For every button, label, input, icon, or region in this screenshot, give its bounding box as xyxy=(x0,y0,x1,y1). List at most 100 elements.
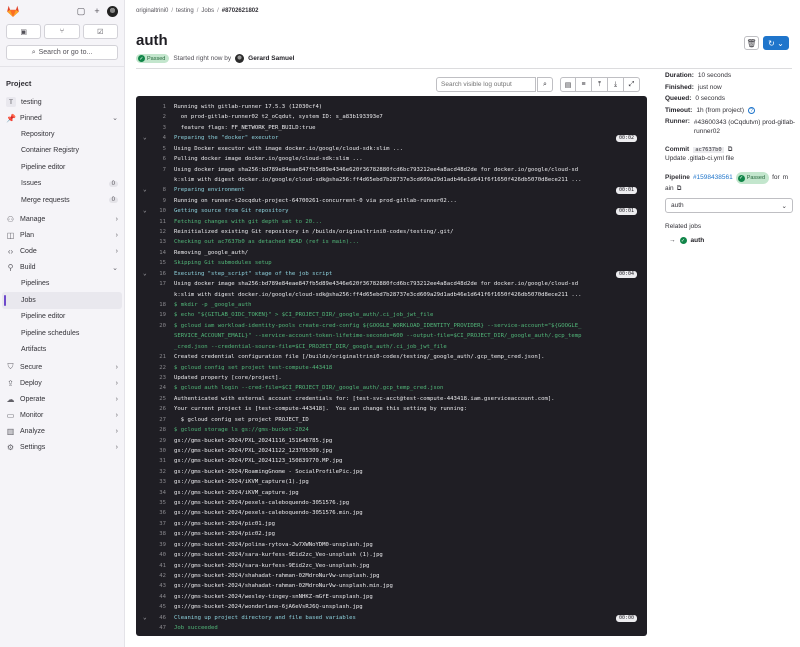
sidebar-item-repository[interactable]: Repository xyxy=(0,126,124,143)
log-line-number[interactable]: 37 xyxy=(136,519,166,529)
line-wrap-button[interactable]: ≡ xyxy=(576,77,592,92)
sidebar-item-pipeline-schedules[interactable]: Pipeline schedules xyxy=(0,325,124,342)
info-icon[interactable]: ? xyxy=(748,106,756,114)
sidebar-project-link[interactable]: T testing xyxy=(0,94,124,110)
user-avatar[interactable] xyxy=(107,5,118,17)
log-search-button[interactable]: ⌕ xyxy=(537,77,553,92)
log-line-number[interactable]: 27 xyxy=(136,415,166,425)
log-line-number[interactable]: 13 xyxy=(136,237,166,247)
sidebar-item-jobs[interactable]: Jobs xyxy=(2,292,122,309)
log-line-number[interactable]: 44 xyxy=(136,592,166,602)
log-line-number[interactable]: 22 xyxy=(136,363,166,373)
log-line-number[interactable]: 25 xyxy=(136,394,166,404)
log-line-number[interactable]: 30 xyxy=(136,446,166,456)
log-section-header[interactable]: ⌄ 16 Executing "step_script" stage of the … xyxy=(136,269,647,279)
job-user-link[interactable]: Gerard Samuel xyxy=(248,55,294,62)
log-line-number[interactable]: 33 xyxy=(136,477,166,487)
erase-job-button[interactable]: 🗑 xyxy=(744,36,759,50)
pipeline-link[interactable]: #1598438561 xyxy=(693,173,733,183)
log-line-number[interactable]: 39 xyxy=(136,540,166,550)
sidebar-item-pipeline-editor[interactable]: Pipeline editor xyxy=(0,159,124,176)
log-line-number[interactable]: 7 xyxy=(136,165,166,175)
pipeline-ref-link[interactable]: m xyxy=(783,173,788,183)
log-line-number[interactable]: 29 xyxy=(136,436,166,446)
sidebar-item-issues[interactable]: Issues 0 xyxy=(0,176,124,193)
user-avatar[interactable] xyxy=(235,54,245,63)
breadcrumb-item[interactable]: Jobs xyxy=(201,8,214,14)
sidebar-item-container-registry[interactable]: Container Registry xyxy=(0,143,124,160)
sidebar-item-merge-requests[interactable]: Merge requests 0 xyxy=(0,192,124,209)
log-line-number[interactable]: 16 xyxy=(136,269,166,279)
plus-icon[interactable]: + xyxy=(91,5,103,17)
log-line-number[interactable]: 15 xyxy=(136,258,166,268)
log-line-number[interactable]: 47 xyxy=(136,623,166,633)
log-section-header[interactable]: ⌄ 10 Getting source from Git repository 00:… xyxy=(136,206,647,216)
log-line-number[interactable]: 12 xyxy=(136,227,166,237)
breadcrumb-item-current[interactable]: #8702621802 xyxy=(222,8,259,14)
sidebar-search-button[interactable]: ⌕ Search or go to... xyxy=(6,45,118,60)
scroll-top-button[interactable]: ⤒ xyxy=(592,77,608,92)
log-line-number[interactable]: 34 xyxy=(136,488,166,498)
todos-button[interactable]: ☑ xyxy=(82,24,118,39)
log-line-number[interactable]: 43 xyxy=(136,581,166,591)
copy-icon[interactable]: ⧉ xyxy=(728,146,733,154)
log-line-number[interactable]: 23 xyxy=(136,373,166,383)
sidebar-item-analyze[interactable]: ▥ Analyze › xyxy=(0,423,124,439)
fullscreen-button[interactable]: ⤢ xyxy=(624,77,640,92)
log-line-number[interactable]: 40 xyxy=(136,550,166,560)
sidebar-item-manage[interactable]: ⚇ Manage › xyxy=(0,212,124,228)
sidebar-item-plan[interactable]: ◫ Plan › xyxy=(0,228,124,244)
log-line-number[interactable]: 24 xyxy=(136,383,166,393)
log-line-number[interactable]: 11 xyxy=(136,217,166,227)
log-line-number[interactable]: 10 xyxy=(136,206,166,216)
sidebar-item-settings[interactable]: ⚙ Settings › xyxy=(0,439,124,455)
log-line-number[interactable]: 18 xyxy=(136,300,166,310)
log-search-input[interactable] xyxy=(436,77,536,92)
copy-icon[interactable]: ⧉ xyxy=(677,184,682,194)
runner-value[interactable]: #43600343 (oCqdutvn) prod-gitlab-runner0… xyxy=(694,118,800,136)
log-line-number[interactable]: 17 xyxy=(136,279,166,289)
sidebar-item-pinned[interactable]: 📌 Pinned ⌄ xyxy=(0,110,124,126)
sidebar-item-build[interactable]: ⚲ Build ⌄ xyxy=(0,260,124,276)
sidebar-item-code[interactable]: ‹› Code › xyxy=(0,244,124,260)
sidebar-item-deploy[interactable]: ⇪ Deploy › xyxy=(0,375,124,391)
related-job-item[interactable]: → ✓ auth xyxy=(665,237,800,245)
pipeline-ref-link[interactable]: ain xyxy=(665,184,674,194)
log-line-number[interactable]: 9 xyxy=(136,196,166,206)
log-line-number[interactable]: 6 xyxy=(136,154,166,164)
breadcrumb-item[interactable]: originaltrini0 xyxy=(136,8,168,14)
log-section-header[interactable]: ⌄ 46 Cleaning up project directory and fil… xyxy=(136,613,647,623)
log-line-number[interactable]: 46 xyxy=(136,613,166,623)
log-line-number[interactable]: 21 xyxy=(136,352,166,362)
issues-count-button[interactable]: ▣ xyxy=(6,24,42,39)
stage-select[interactable]: auth ⌄ xyxy=(665,198,793,214)
log-line-number[interactable]: 4 xyxy=(136,133,166,143)
log-section-header[interactable]: ⌄ 4 Preparing the "docker" executor 00:02 xyxy=(136,133,647,143)
log-section-header[interactable]: ⌄ 8 Preparing environment 00:01 xyxy=(136,185,647,195)
gitlab-logo-icon[interactable] xyxy=(6,4,20,18)
log-line-number[interactable]: 38 xyxy=(136,529,166,539)
log-line-number[interactable]: 36 xyxy=(136,508,166,518)
log-line-number[interactable]: 14 xyxy=(136,248,166,258)
pipeline-status-badge[interactable]: ✓ Passed xyxy=(735,172,770,185)
log-line-number[interactable]: 20 xyxy=(136,321,166,331)
log-line-number[interactable]: 19 xyxy=(136,310,166,320)
log-line-number[interactable]: 32 xyxy=(136,467,166,477)
log-line-number[interactable]: 35 xyxy=(136,498,166,508)
merge-requests-button[interactable]: ⑂ xyxy=(44,24,80,39)
log-line-number[interactable]: 28 xyxy=(136,425,166,435)
sidebar-item-pipeline-editor-build[interactable]: Pipeline editor xyxy=(0,309,124,326)
log-line-number[interactable]: 41 xyxy=(136,561,166,571)
log-line-number[interactable]: 2 xyxy=(136,112,166,122)
sidebar-item-secure[interactable]: ⛉ Secure › xyxy=(0,359,124,375)
log-line-number[interactable]: 3 xyxy=(136,123,166,133)
sidebar-toggle-icon[interactable]: ▢ xyxy=(75,5,87,17)
sidebar-item-operate[interactable]: ☁ Operate › xyxy=(0,391,124,407)
log-line-number[interactable]: 45 xyxy=(136,602,166,612)
sidebar-item-monitor[interactable]: ▭ Monitor › xyxy=(0,407,124,423)
scroll-bottom-button[interactable]: ⤓ xyxy=(608,77,624,92)
log-line-number[interactable]: 26 xyxy=(136,404,166,414)
status-badge[interactable]: ✓ Passed xyxy=(136,54,170,63)
breadcrumb-item[interactable]: testing xyxy=(176,8,194,14)
log-line-number[interactable]: 42 xyxy=(136,571,166,581)
